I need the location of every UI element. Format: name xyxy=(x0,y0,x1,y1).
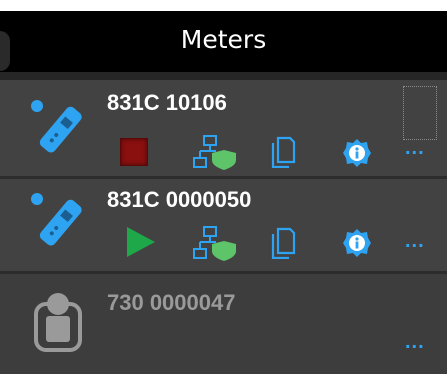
meter-name: 730 0000047 xyxy=(107,290,236,315)
info-icon[interactable] xyxy=(342,228,372,258)
network-shield-icon[interactable] xyxy=(192,225,238,261)
meter-name: 831C 10106 xyxy=(107,90,227,115)
stop-icon[interactable] xyxy=(120,138,148,166)
meter-row-1[interactable]: 831C 10106 ... xyxy=(0,80,447,176)
network-shield-icon[interactable] xyxy=(192,134,238,170)
top-strip xyxy=(0,0,447,11)
selection-outline xyxy=(403,86,437,140)
meter-device-icon xyxy=(31,193,82,246)
offline-meter-icon xyxy=(34,293,82,352)
meter-name: 831C 0000050 xyxy=(107,187,252,212)
more-icon[interactable]: ... xyxy=(405,138,425,158)
meter-row-2[interactable]: 831C 0000050 ... xyxy=(0,179,447,271)
meters-panel: Meters 831C 10106 ... 831C 0000050 ... 7… xyxy=(0,0,447,374)
documents-icon[interactable] xyxy=(270,136,296,168)
more-icon[interactable]: ... xyxy=(405,332,425,352)
more-icon[interactable]: ... xyxy=(405,231,425,251)
documents-icon[interactable] xyxy=(270,227,296,259)
meter-device-icon xyxy=(31,100,82,153)
header-divider xyxy=(0,72,447,80)
meter-row-3[interactable]: 730 0000047 ... xyxy=(0,274,447,374)
meters-header: Meters xyxy=(0,11,447,72)
info-icon[interactable] xyxy=(342,138,372,168)
play-icon[interactable] xyxy=(124,225,158,259)
panel-title: Meters xyxy=(180,25,267,54)
